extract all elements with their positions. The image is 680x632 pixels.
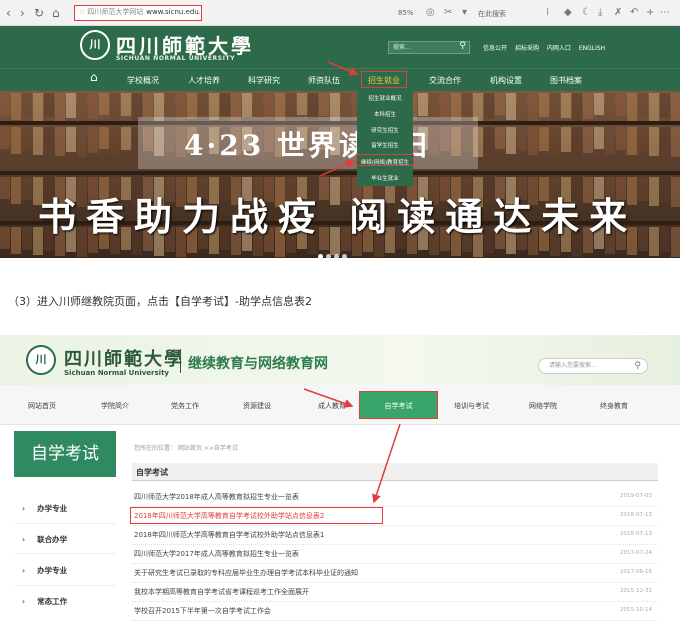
reload-icon[interactable]: ↻ [34, 5, 44, 21]
download-icon[interactable]: ⤓ [598, 7, 602, 18]
url-text: www.sicnu.edu.cn [146, 8, 201, 16]
sidebar-item-label: 联合办学 [37, 535, 68, 544]
scissors-icon[interactable]: ✂ [444, 7, 452, 18]
arrow-icon: › [22, 504, 26, 513]
site-search-input[interactable]: 搜索... ⚲ [388, 41, 470, 54]
admissions-dropdown: 招生就业概况 本科招生 研究生招生 留学生招生 继续(网络)教育招生 毕业生就业 [357, 88, 413, 186]
list-item[interactable]: 四川师范大学2018年成人高等教育拟招生专业一览表 [134, 492, 299, 502]
browser-search-hint[interactable]: 在此搜索 [478, 9, 506, 19]
home-icon[interactable]: ⌂ [90, 70, 98, 84]
banner-slogan: 书香助力战疫 阅读通达未来 [38, 194, 638, 239]
list-item[interactable]: 四川师范大学2017年成人高等教育拟招生专业一览表 [134, 549, 299, 559]
nav-exchange[interactable]: 交流合作 [429, 75, 461, 86]
section-title: 自学考试 [136, 468, 168, 477]
list-item-date: 2018-07-13 [620, 531, 652, 537]
url-bar[interactable]: ☆四川师范大学网站www.sicnu.edu.cn [74, 5, 202, 21]
arrow-icon: › [22, 535, 26, 544]
site2-search-input[interactable]: 请输入您要搜索... ⚲ [538, 358, 648, 374]
list-item[interactable]: 关于研究生考试已录取的专科应届毕业生办理自学考试本科毕业证的通知 [134, 568, 358, 578]
university-logo-english: Sichuan Normal University [64, 369, 169, 377]
dropdown-item-international[interactable]: 留学生招生 [357, 141, 413, 149]
search-placeholder: 请输入您要搜索... [549, 362, 597, 369]
logo-divider [180, 349, 181, 373]
university-emblem-icon[interactable]: 川 [80, 30, 110, 60]
sidebar-item-joint[interactable]: › 联合办学 [22, 534, 67, 545]
nav-departments[interactable]: 机构设置 [490, 75, 522, 86]
nav-resources[interactable]: 资源建设 [243, 401, 271, 411]
home-browser-icon[interactable]: ⌂ [52, 5, 60, 21]
highlight-target-item [130, 507, 383, 524]
sidebar-item-majors-2[interactable]: › 办学专业 [22, 565, 67, 576]
forward-icon[interactable]: › [20, 5, 25, 21]
sidebar-item-label: 办学专业 [37, 504, 68, 513]
university-logo-english: SICHUAN NORMAL UNIVERSITY [116, 55, 236, 62]
nav-research[interactable]: 科学研究 [248, 75, 280, 86]
link-info-public[interactable]: 信息公开 [483, 45, 507, 52]
sidebar-item-label: 办学专业 [37, 566, 68, 575]
nav-home[interactable]: 网站首页 [28, 401, 56, 411]
nav-faculty[interactable]: 师资队伍 [308, 75, 340, 86]
nav-training[interactable]: 培训与考试 [454, 401, 489, 411]
breadcrumb[interactable]: 您所在的位置： 网站首页 >>自学考试 [134, 443, 238, 452]
highlight-continuing-ed [356, 154, 414, 166]
add-icon[interactable]: + [646, 7, 654, 18]
dropdown-item-graduate[interactable]: 研究生招生 [357, 126, 413, 134]
sidebar-item-label: 常态工作 [37, 597, 68, 606]
arrow-icon: › [22, 597, 26, 606]
shield-icon[interactable]: ◎ [426, 7, 435, 18]
game-icon[interactable]: ◆ [564, 7, 572, 18]
tools-icon[interactable]: ✗ [614, 7, 622, 18]
link-intranet[interactable]: 内网入口 [547, 45, 571, 52]
nav-online[interactable]: 网络学院 [529, 401, 557, 411]
nav-lifelong[interactable]: 终身教育 [600, 401, 628, 411]
university-logo-text[interactable]: 四川師範大學 [64, 345, 184, 371]
list-item-date: 2017-07-24 [620, 550, 652, 556]
list-item[interactable]: 学校召开2015下半年第一次自学考试工作会 [134, 606, 271, 616]
menu-icon[interactable]: ⋯ [660, 7, 670, 18]
list-item-date: 2015-10-14 [620, 607, 652, 613]
grid-icon[interactable]: ⁞ [546, 7, 549, 18]
url-site-name: 四川师范大学网站 [87, 8, 144, 16]
screenshot-university-homepage: ‹ › ↻ ⌂ ☆四川师范大学网站www.sicnu.edu.cn 85% ◎ … [0, 0, 680, 258]
search-icon[interactable]: ⚲ [634, 359, 641, 373]
university-emblem-icon[interactable]: 川 [26, 345, 56, 375]
dropdown-icon[interactable]: ▾ [462, 7, 467, 18]
nav-adult-ed[interactable]: 成人教育 [318, 401, 346, 411]
sidebar-title: 自学考试 [14, 431, 116, 477]
moon-icon[interactable]: ☾ [582, 7, 591, 18]
list-item-date: 2015-12-31 [620, 588, 652, 594]
undo-icon[interactable]: ↶ [630, 7, 638, 18]
screenshot-continuing-education-site: 川 四川師範大學 Sichuan Normal University 继续教育与… [0, 335, 680, 632]
list-item-date: 2019-07-03 [620, 493, 652, 499]
site-title: 继续教育与网络教育网 [188, 356, 328, 372]
section-header [132, 463, 658, 481]
nav-self-study[interactable]: 自学考试 [359, 401, 438, 411]
search-icon[interactable]: ⚲ [459, 41, 466, 52]
link-procurement[interactable]: 招标采购 [515, 45, 539, 52]
search-placeholder: 搜索... [393, 44, 411, 51]
back-icon[interactable]: ‹ [6, 5, 11, 21]
arrow-icon: › [22, 566, 26, 575]
list-item[interactable]: 2018年四川师范大学高等教育自学考试校外助学站点信息表1 [134, 530, 324, 540]
sidebar-item-routine[interactable]: › 常态工作 [22, 596, 67, 607]
nav-about[interactable]: 学校概况 [127, 75, 159, 86]
sidebar-item-majors[interactable]: › 办学专业 [22, 503, 67, 514]
dropdown-item-undergrad[interactable]: 本科招生 [357, 110, 413, 118]
dropdown-item-employment[interactable]: 毕业生就业 [357, 174, 413, 182]
nav-party[interactable]: 党务工作 [171, 401, 199, 411]
list-item-date: 2018-07-13 [620, 512, 652, 518]
zoom-level[interactable]: 85% [398, 9, 414, 17]
link-english[interactable]: ENGLISH [579, 45, 605, 52]
carousel-dots[interactable] [318, 244, 350, 258]
dropdown-item-overview[interactable]: 招生就业概况 [357, 94, 413, 102]
list-item-date: 2017-06-16 [620, 569, 652, 575]
instruction-text: （3）进入川师继教院页面，点击【自学考试】-助学点信息表2 [8, 295, 312, 308]
star-icon[interactable]: ☆ [79, 8, 85, 16]
highlight-admissions [361, 71, 407, 88]
nav-intro[interactable]: 学院简介 [101, 401, 129, 411]
top-links: 信息公开 招标采购 内网入口 ENGLISH [483, 43, 611, 52]
list-item[interactable]: 我校本学期高等教育自学考试省考课程巡考工作全面展开 [134, 587, 309, 597]
nav-education[interactable]: 人才培养 [188, 75, 220, 86]
nav-library[interactable]: 图书档案 [550, 75, 582, 86]
